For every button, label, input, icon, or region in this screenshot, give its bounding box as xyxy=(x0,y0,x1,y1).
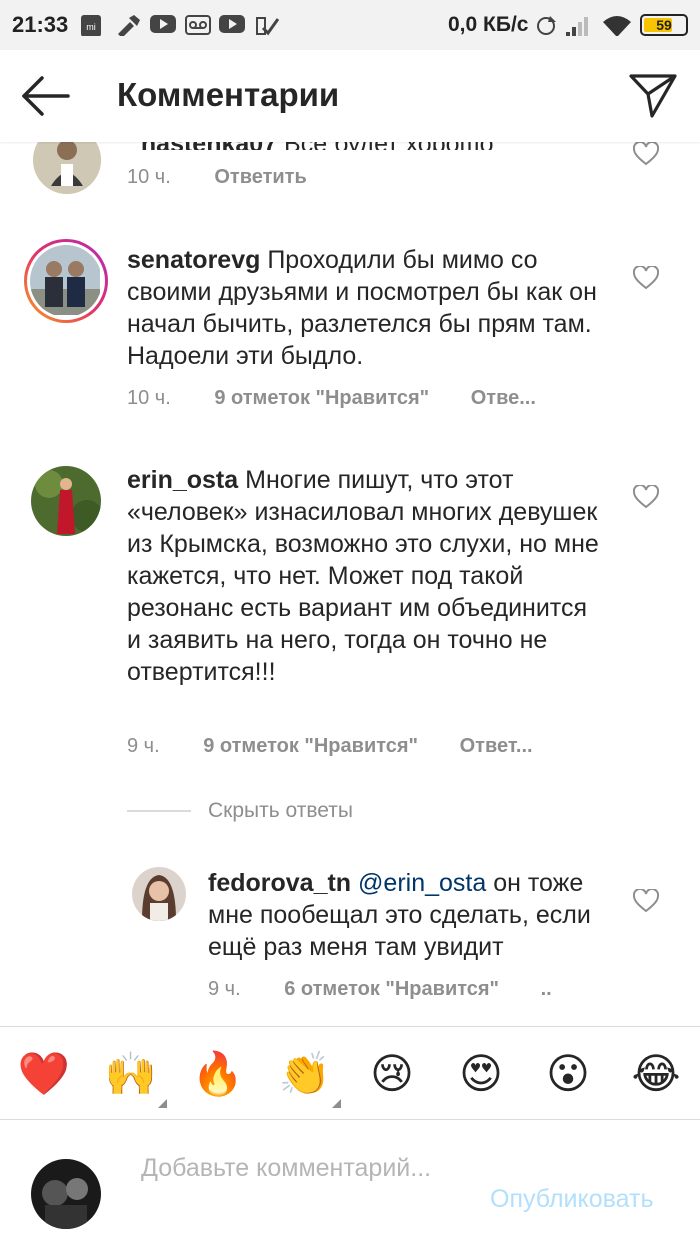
status-time: 21:33 xyxy=(12,12,69,37)
mi-notification-icon: mi xyxy=(81,15,101,36)
avatar xyxy=(30,245,102,317)
reply-button[interactable]: .. xyxy=(541,978,552,1000)
tools-icon xyxy=(118,15,140,36)
clapping-hands-emoji[interactable]: 👏 xyxy=(277,1049,333,1099)
wifi-icon xyxy=(603,16,631,36)
comment-time: 10 ч. xyxy=(127,166,171,188)
skin-tone-indicator xyxy=(158,1099,167,1108)
skin-tone-indicator xyxy=(332,1099,341,1108)
reply-button[interactable]: Ответить xyxy=(214,166,306,188)
top-app-bar: Комментарии xyxy=(0,50,700,142)
comment-meta: 9 ч. 9 отметок "Нравится" Ответ... xyxy=(127,735,533,758)
mention-link[interactable]: @erin_osta xyxy=(358,869,486,897)
comment-time: 9 ч. xyxy=(208,978,241,1000)
signal-icon xyxy=(566,17,588,36)
like-heart-icon[interactable] xyxy=(633,142,659,166)
fire-emoji[interactable]: 🔥 xyxy=(190,1049,246,1099)
like-heart-icon[interactable] xyxy=(633,485,659,509)
heart-emoji[interactable]: ❤️ xyxy=(16,1049,72,1099)
own-avatar xyxy=(31,1159,101,1229)
reply-button[interactable]: Ответ... xyxy=(460,735,533,757)
comment-username[interactable]: senatorevg xyxy=(127,246,260,274)
youtube-icon-2 xyxy=(219,15,245,33)
avatar[interactable] xyxy=(33,142,101,194)
status-bar: 21:33 mi 0,0 КБ/с 59 xyxy=(0,0,700,50)
voicemail-icon xyxy=(185,15,211,35)
comment-input[interactable]: Добавьте комментарий... xyxy=(141,1152,441,1184)
replies-divider xyxy=(127,810,191,812)
battery-level: 59 xyxy=(656,17,672,33)
comment-time: 9 ч. xyxy=(127,735,160,757)
comment-time: 10 ч. xyxy=(127,387,171,409)
comment-meta: 10 ч. 9 отметок "Нравится" Отве... xyxy=(127,387,536,410)
comment-text: _nastenka07 Все будет хорошо xyxy=(127,142,607,150)
check-icon xyxy=(256,17,279,36)
comment-username[interactable]: erin_osta xyxy=(127,466,238,494)
avatar[interactable] xyxy=(132,867,186,921)
likes-count[interactable]: 6 отметок "Нравится" xyxy=(284,978,499,1000)
page-title: Комментарии xyxy=(117,76,340,113)
comment-meta: 9 ч. 6 отметок "Нравится" .. xyxy=(208,978,552,1001)
battery-indicator: 59 xyxy=(640,14,688,36)
comment-meta: 10 ч. Ответить xyxy=(127,166,307,189)
surprised-face-emoji[interactable]: 😮 xyxy=(540,1049,596,1099)
youtube-icon xyxy=(150,15,176,33)
direct-send-icon[interactable] xyxy=(628,72,678,120)
heart-eyes-emoji[interactable]: 😍 xyxy=(453,1049,509,1099)
comment-body: Многие пишут, что этот «человек» изнасил… xyxy=(127,466,599,686)
comment-text: fedorova_tn @erin_osta он тоже мне пообе… xyxy=(208,867,608,963)
network-speed: 0,0 КБ/с xyxy=(448,13,529,36)
comment-text: erin_osta Многие пишут, что этот «челове… xyxy=(127,464,607,688)
emoji-quick-bar: ❤️ 🙌 🔥 👏 😢 😍 😮 😂 xyxy=(0,1026,700,1120)
svg-text:mi: mi xyxy=(86,22,96,32)
raising-hands-emoji[interactable]: 🙌 xyxy=(103,1049,159,1099)
reply-button[interactable]: Отве... xyxy=(471,387,536,409)
hide-replies-button[interactable]: Скрыть ответы xyxy=(208,799,353,823)
likes-count[interactable]: 9 отметок "Нравится" xyxy=(203,735,418,757)
crying-face-emoji[interactable]: 😢 xyxy=(364,1049,420,1099)
comment-body: Все будет хорошо xyxy=(277,142,493,150)
comment-text: senatorevg Проходили бы мимо со своими д… xyxy=(127,244,607,372)
sync-icon xyxy=(537,16,556,35)
comments-list[interactable]: _nastenka07 Все будет хорошо 10 ч. Ответ… xyxy=(0,142,700,1026)
avatar[interactable] xyxy=(31,466,101,536)
likes-count[interactable]: 9 отметок "Нравится" xyxy=(214,387,429,409)
like-heart-icon[interactable] xyxy=(633,889,659,913)
like-heart-icon[interactable] xyxy=(633,266,659,290)
tears-of-joy-emoji[interactable]: 😂 xyxy=(628,1049,684,1099)
comment-username[interactable]: _nastenka07 xyxy=(127,142,277,150)
avatar-story-ring[interactable] xyxy=(24,239,108,323)
comment-username[interactable]: fedorova_tn xyxy=(208,869,351,897)
comment-input-bar: Добавьте комментарий... Опубликовать xyxy=(0,1121,700,1244)
back-arrow-icon[interactable] xyxy=(20,74,72,118)
publish-button[interactable]: Опубликовать xyxy=(490,1185,653,1214)
